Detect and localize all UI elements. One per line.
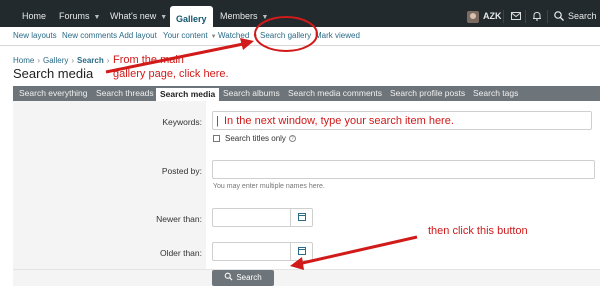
tab-search-albums[interactable]: Search albums	[223, 86, 280, 101]
older-than-label: Older than:	[159, 248, 202, 258]
form-submit-row	[13, 269, 600, 286]
posted-by-hint: You may enter multiple names here.	[213, 183, 325, 190]
tab-search-threads[interactable]: Search threads	[96, 86, 154, 101]
subnav-watched[interactable]: Watched ▼	[218, 31, 258, 40]
top-navigation: Home Forums ▼ What's new ▼ Gallery Members…	[0, 0, 600, 27]
calendar-icon	[298, 247, 306, 255]
sub-navigation: New layouts New comments Add layout Your…	[0, 27, 600, 46]
inbox-icon[interactable]	[510, 10, 522, 22]
tab-search-profile-posts[interactable]: Search profile posts	[390, 86, 465, 101]
search-button-label: Search	[236, 273, 262, 282]
older-than-calendar-button[interactable]	[290, 242, 312, 261]
annotation-note-2: In the next window, type your search ite…	[224, 115, 454, 127]
subnav-new-layouts[interactable]: New layouts	[13, 31, 57, 40]
page: { "topnav": { "home": "Home", "forums": …	[0, 0, 600, 286]
chevron-down-icon[interactable]: ▼	[252, 34, 258, 40]
nav-whats-new[interactable]: What's new ▼	[110, 0, 167, 27]
subnav-add-layout[interactable]: Add layout	[119, 31, 157, 40]
older-than-date-input[interactable]	[212, 242, 313, 261]
breadcrumb-current[interactable]: Search	[77, 56, 104, 65]
nav-search[interactable]: Search	[568, 0, 597, 27]
subnav-your-content[interactable]: Your content ▼	[163, 31, 217, 40]
breadcrumb-separator: ›	[37, 56, 41, 65]
subnav-new-comments[interactable]: New comments	[62, 31, 117, 40]
tab-search-tags[interactable]: Search tags	[473, 86, 518, 101]
newer-than-label: Newer than:	[156, 214, 202, 224]
posted-by-input[interactable]	[212, 160, 595, 179]
annotation-note-1: From the main gallery page, click here.	[113, 53, 229, 81]
nav-home[interactable]: Home	[22, 0, 46, 27]
search-tabs: Search everything Search threads Search …	[13, 86, 600, 101]
breadcrumb-home[interactable]: Home	[13, 56, 34, 65]
nav-forums-label: Forums	[59, 11, 90, 21]
subnav-search-gallery[interactable]: Search gallery	[260, 31, 311, 40]
annotation-note-1-line-1: From the main	[113, 54, 184, 66]
breadcrumb-separator: ›	[71, 56, 75, 65]
bell-icon[interactable]	[531, 10, 543, 22]
search-titles-only-text: Search titles only	[225, 134, 286, 143]
tab-search-media-comments[interactable]: Search media comments	[288, 86, 382, 101]
search-titles-only-checkbox[interactable]	[213, 135, 220, 142]
nav-members-label: Members	[220, 11, 258, 21]
search-icon	[224, 272, 233, 281]
tab-search-media[interactable]: Search media	[156, 86, 220, 101]
breadcrumb-gallery[interactable]: Gallery	[43, 56, 68, 65]
nav-gallery[interactable]: Gallery	[170, 6, 213, 27]
nav-divider	[525, 10, 526, 23]
nav-divider	[503, 10, 504, 23]
avatar[interactable]	[467, 11, 479, 23]
breadcrumb: Home › Gallery › Search ›	[13, 56, 112, 65]
page-title: Search media	[13, 66, 94, 81]
newer-than-date-input[interactable]	[212, 208, 313, 227]
nav-username[interactable]: AZK	[483, 0, 502, 27]
search-icon[interactable]	[553, 10, 565, 22]
nav-members[interactable]: Members ▼	[220, 0, 268, 27]
annotation-note-3: then click this button	[428, 225, 528, 237]
posted-by-label: Posted by:	[161, 166, 202, 176]
help-icon[interactable]: ?	[288, 135, 296, 143]
search-button[interactable]: Search	[212, 270, 274, 286]
nav-divider	[547, 10, 548, 23]
annotation-text-cursor: |	[216, 115, 219, 127]
subnav-your-content-label: Your content	[163, 31, 208, 40]
search-titles-only-label: Search titles only?	[225, 134, 296, 143]
tab-search-everything[interactable]: Search everything	[19, 86, 88, 101]
nav-forums[interactable]: Forums ▼	[59, 0, 100, 27]
calendar-icon	[298, 213, 306, 221]
keywords-label: Keywords:	[162, 117, 202, 127]
chevron-down-icon[interactable]: ▼	[211, 34, 217, 40]
newer-than-calendar-button[interactable]	[290, 208, 312, 227]
subnav-watched-label: Watched	[218, 31, 250, 40]
breadcrumb-separator: ›	[106, 56, 110, 65]
subnav-mark-viewed[interactable]: Mark viewed	[315, 31, 360, 40]
annotation-note-1-line-2: gallery page, click here.	[113, 68, 229, 80]
nav-whats-new-label: What's new	[110, 11, 157, 21]
